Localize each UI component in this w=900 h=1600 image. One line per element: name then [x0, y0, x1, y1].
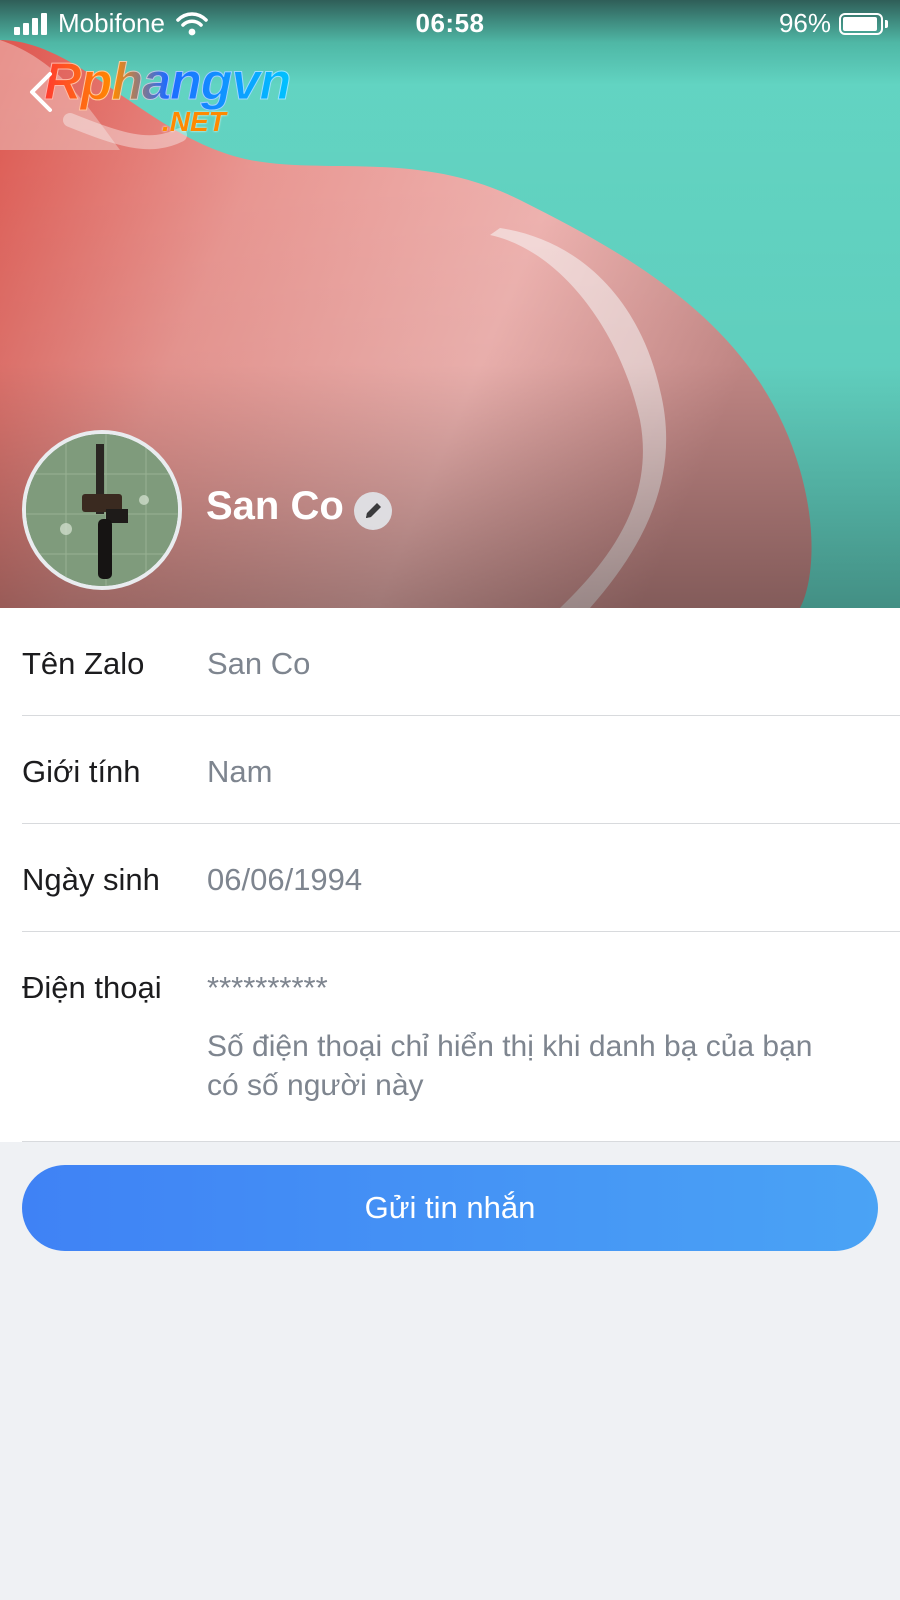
info-row-phone: Điện thoại ********** Số điện thoại chỉ … [0, 932, 900, 1142]
send-message-button[interactable]: Gửi tin nhắn [22, 1165, 878, 1251]
pencil-icon [366, 503, 381, 518]
edit-name-button[interactable] [354, 492, 392, 530]
back-button[interactable] [24, 70, 60, 114]
phone-privacy-note: Số điện thoại chỉ hiển thị khi danh bạ c… [207, 1030, 813, 1102]
back-arrow-icon [30, 72, 52, 112]
status-bar: Mobifone 06:58 96% [0, 0, 900, 44]
watermark-sub: .NET [162, 106, 226, 137]
battery-percent: 96% [778, 8, 831, 38]
info-value: 06/06/1994 [207, 862, 363, 897]
info-label: Giới tính [22, 754, 141, 789]
clock: 06:58 [415, 8, 485, 38]
info-value: Nam [207, 754, 273, 789]
profile-name: San Co [206, 484, 344, 528]
divider [22, 1141, 900, 1142]
battery-tip [885, 19, 888, 28]
battery-fill [843, 16, 878, 31]
status-right: 96% [779, 8, 888, 39]
profile-info-list: Tên Zalo San Co Giới tính Nam Ngày sinh … [0, 608, 900, 1142]
watermark-main: Rphangvn [43, 53, 291, 112]
info-value: ********** [207, 970, 328, 1005]
watermark-logo: Rphangvn .NET [43, 52, 291, 138]
info-row-birthday: Ngày sinh 06/06/1994 [0, 824, 900, 932]
info-label: Tên Zalo [22, 646, 145, 681]
battery-icon [839, 12, 883, 35]
info-value: San Co [207, 646, 311, 681]
info-row-zalo-name: Tên Zalo San Co [0, 608, 900, 716]
info-row-gender: Giới tính Nam [0, 716, 900, 824]
avatar[interactable] [22, 430, 182, 590]
info-label: Ngày sinh [22, 862, 160, 897]
info-label: Điện thoại [22, 970, 162, 1005]
avatar-image [26, 434, 178, 586]
